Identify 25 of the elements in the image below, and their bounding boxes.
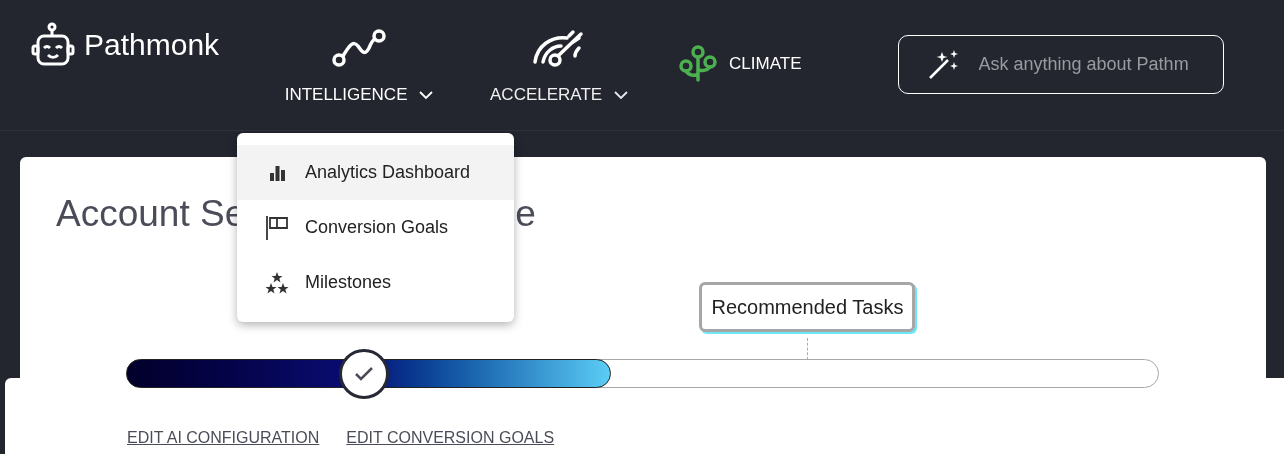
search-field[interactable]: Ask anything about Pathm — [897, 35, 1224, 94]
flag-icon — [265, 214, 289, 241]
nav-menu-button[interactable]: INTELLIGENCE — [259, 0, 460, 116]
magic-wand-icon — [927, 48, 960, 80]
menu-item[interactable]: Milestones — [237, 255, 514, 310]
stars-icon — [265, 271, 289, 294]
chevron-icon — [419, 89, 434, 100]
brand-name: Pathmonk — [84, 30, 220, 60]
menu-item-label: Milestones — [305, 271, 392, 294]
menu-item-label: Conversion Goals — [305, 216, 449, 239]
nav-menu-button[interactable]: ACCELERATE — [459, 0, 660, 116]
edit-link[interactable]: EDIT AI CONFIGURATION — [127, 426, 320, 450]
sprout-icon — [679, 44, 718, 84]
page-title: e — [515, 195, 536, 232]
menu-item-label: Analytics Dashboard — [305, 161, 471, 184]
milestone-tooltip: Recommended Tasks — [699, 282, 916, 332]
menu-item[interactable]: Conversion Goals — [237, 200, 514, 255]
chevron-icon — [614, 89, 629, 100]
check-icon — [354, 365, 375, 382]
nav-link[interactable]: CLIMATE — [679, 44, 802, 84]
path-icon — [331, 28, 388, 68]
bar-chart-icon — [268, 163, 286, 182]
menu-item[interactable]: Analytics Dashboard — [237, 145, 514, 200]
edit-link[interactable]: EDIT CONVERSION GOALS — [346, 426, 555, 450]
robot-logo-icon — [30, 22, 76, 68]
